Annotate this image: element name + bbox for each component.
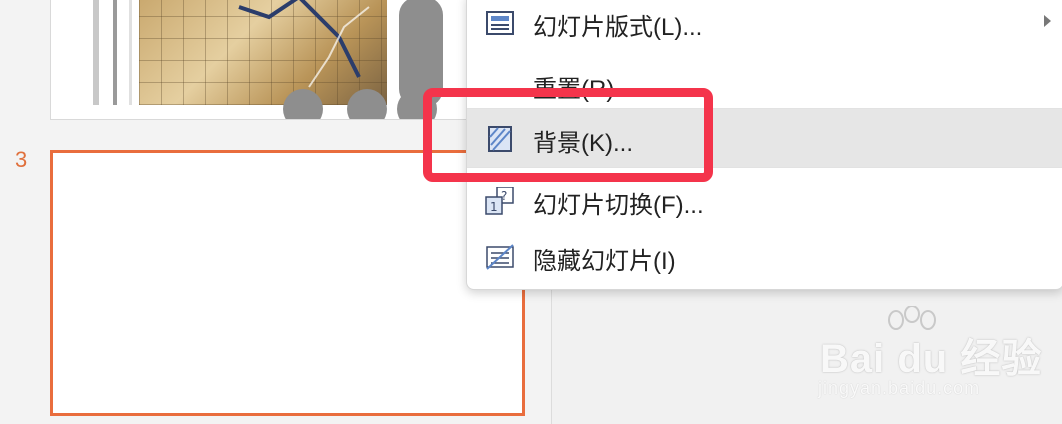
menu-item-hide-slide[interactable]: 隐藏幻灯片(I) [467, 227, 1062, 285]
watermark-brand: Bai du 经验 [820, 337, 1043, 381]
submenu-arrow-icon [1044, 15, 1051, 27]
thumbnail-image-strip [129, 0, 132, 105]
chart-line-graphic [238, 0, 370, 88]
hide-slide-icon [485, 243, 515, 271]
menu-item-slide-layout[interactable]: 幻灯片版式(L)... [467, 0, 1062, 51]
slide-layout-icon [485, 9, 515, 37]
svg-text:1: 1 [490, 200, 498, 214]
highlight-annotation-box [423, 88, 713, 182]
thumbnail-image-strip [113, 0, 117, 105]
slide-transition-icon: ? 1 [485, 186, 515, 215]
watermark-url: jingyan.baidu.com [818, 378, 981, 398]
menu-item-label: 隐藏幻灯片(I) [533, 248, 676, 275]
menu-item-label: 幻灯片版式(L)... [533, 14, 703, 41]
menu-item-label: 幻灯片切换(F)... [533, 192, 704, 219]
thumbnail-image-strip [93, 0, 99, 105]
thumbnail-photo [139, 0, 387, 105]
slide-thumbnail-3-selected[interactable] [50, 150, 525, 416]
slide-number-3: 3 [15, 147, 28, 172]
baidu-jingyan-watermark: Bai du 经验 jingyan.baidu.com [812, 302, 1052, 412]
